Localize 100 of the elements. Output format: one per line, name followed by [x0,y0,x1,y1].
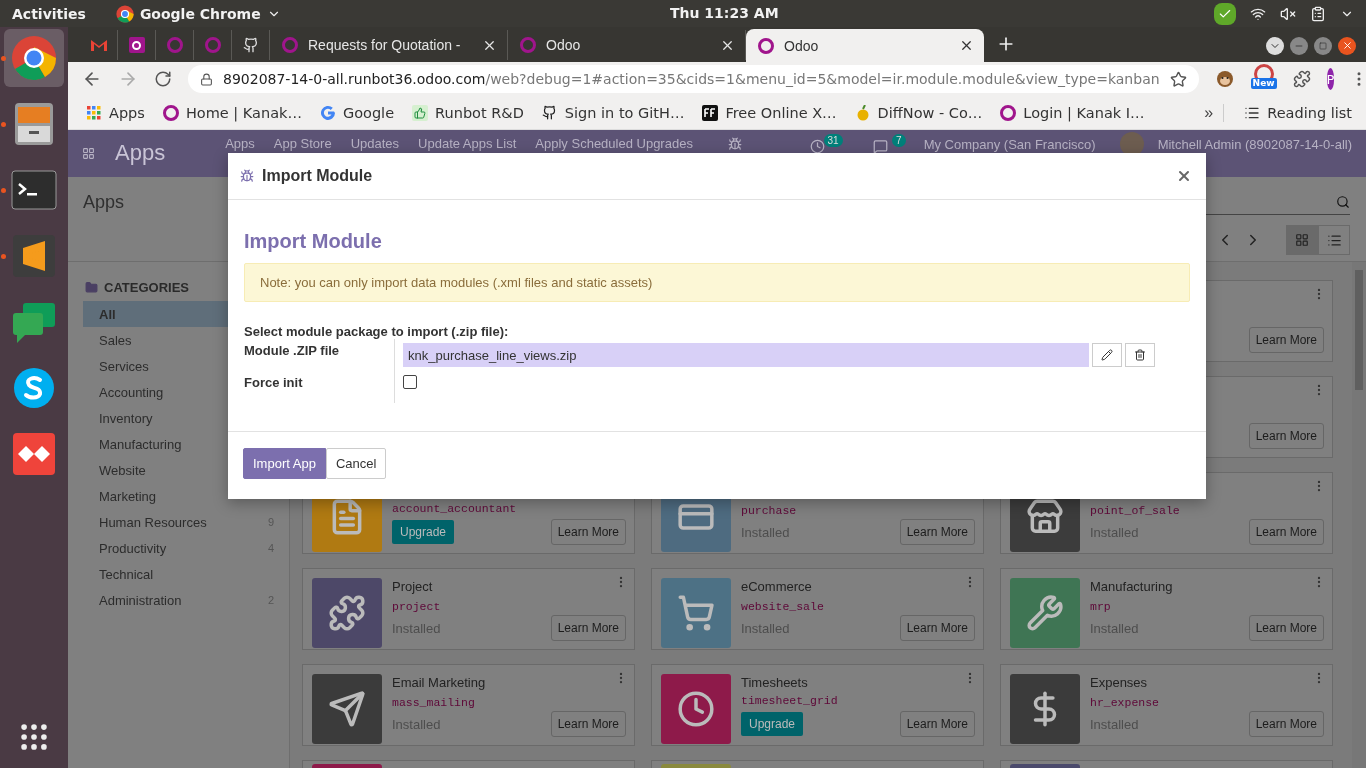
terminal-icon[interactable] [11,170,57,210]
star-icon[interactable] [1169,70,1187,88]
technical-name: mass_mailing [392,695,475,711]
mail-icon[interactable] [89,38,108,52]
ring-icon [162,104,179,121]
bookmark[interactable]: Login | Kanak I… [994,101,1151,124]
list-view-button[interactable] [1318,225,1350,255]
ring-icon[interactable] [128,37,145,53]
learn-more-button[interactable]: Learn More [899,615,975,641]
technical-name: website_sale [741,599,824,615]
grid-icon [1295,233,1309,247]
delete-button[interactable] [1125,343,1155,367]
close-icon[interactable] [1176,168,1192,184]
prompt-label: Select module package to import (.zip file): [244,324,510,339]
apps-grid-icon [86,104,102,121]
clipboard-icon[interactable] [1310,5,1326,22]
maximize-icon[interactable] [1314,36,1332,55]
upgrade-button[interactable]: Upgrade [741,712,804,736]
cancel-button[interactable]: Cancel [325,448,387,479]
file-cabinet-icon[interactable] [13,101,55,147]
edit-button[interactable] [1092,343,1122,367]
learn-more-button[interactable]: Learn More [1248,711,1324,737]
volume-muted-icon[interactable] [1280,5,1296,22]
company-switcher[interactable]: My Company (San Francisco) [923,135,1096,153]
nav-menu-item[interactable]: Apply Scheduled Upgrades [535,135,693,152]
category-item[interactable]: Technical [83,561,289,587]
checkbox[interactable] [403,375,417,389]
dialog-heading: Import Module [244,230,383,253]
learn-more-button[interactable]: Learn More [1248,327,1324,353]
address-bar[interactable]: 8902087-14-0-all.runbot36.odoo.com/web?debug=1#action=35&cids=1&menu_id=5&model=ir.module.module&view_type=kanban [188,65,1199,93]
file-field[interactable]: knk_purchase_line_views.zip [403,343,1089,367]
search-icon[interactable] [1336,194,1350,209]
user-menu[interactable]: Mitchell Admin (8902087-14-0-all) [1157,135,1352,153]
chat-app-logo-icon[interactable] [12,366,56,410]
bookmark[interactable]: Sign in to GitH… [535,101,691,124]
bookmark[interactable]: DiffNow - Co… [848,101,989,124]
learn-more-button[interactable]: Learn More [550,711,626,737]
dialog-title: Import Module [262,167,373,185]
lock-icon [200,72,213,86]
ring-icon [520,37,536,53]
activities-button[interactable]: Activities [12,5,86,22]
browser-icon[interactable] [11,35,57,81]
app-name: Email Marketing [392,674,486,692]
check-badge-icon[interactable] [1214,2,1236,25]
minimize-icon[interactable] [1290,36,1308,55]
app-menu[interactable]: Google Chrome [115,4,281,23]
remote-desktop-icon[interactable] [12,432,56,476]
close-icon[interactable] [959,38,974,53]
learn-more-button[interactable]: Learn More [899,519,975,545]
kanban-view-button[interactable] [1286,225,1318,255]
app-name: Manufacturing [1090,578,1173,596]
learn-more-button[interactable]: Learn More [1248,423,1324,449]
profile-avatar[interactable]: P [1326,68,1335,90]
nav-menu-item[interactable]: Updates [350,135,400,152]
breadcrumb: Apps [83,191,125,213]
technical-name: mrp [1090,599,1111,615]
pencil-icon [1101,349,1113,361]
bookmark[interactable]: Home | Kanak… [156,101,308,124]
nav-menu-item[interactable]: Apps [225,135,255,152]
app-title: Apps [115,140,166,166]
browser-tab[interactable]: Requests for Quotation - [270,30,508,60]
more-bookmarks[interactable]: » [1204,103,1225,122]
app-name: Timesheets [741,674,808,692]
learn-more-button[interactable]: Learn More [899,711,975,737]
editor-icon[interactable] [11,233,57,279]
learn-more-button[interactable]: Learn More [550,615,626,641]
app-name: Project [392,578,433,596]
bug-icon[interactable] [727,137,742,151]
grid-menu-icon[interactable] [82,147,95,160]
puzzle-icon[interactable] [1292,70,1311,88]
folder-icon [85,281,98,294]
nav-menu-item[interactable]: App Store [273,135,332,152]
tab-search-icon[interactable] [1266,36,1284,55]
clock[interactable]: Thu 11:23 AM [670,5,779,21]
field-label: Force init [244,374,304,392]
close-icon[interactable] [1338,36,1356,55]
learn-more-button[interactable]: Learn More [1248,519,1324,545]
import-app-button[interactable]: Import App [243,448,326,479]
bookmark[interactable]: Free Online X… [696,101,843,124]
note-alert: Note: you can only import data modules (.xml files and static assets) [244,263,1190,302]
nav-menu-item[interactable]: Update Apps List [418,135,517,152]
technical-name: project [392,599,441,615]
monkey-face-icon[interactable] [1214,69,1235,89]
technical-name: point_of_sale [1090,503,1180,519]
learn-more-button[interactable]: Learn More [550,519,626,545]
browser-icon [115,4,134,23]
upgrade-button[interactable]: Upgrade [392,520,455,544]
app-name: Expenses [1090,674,1148,692]
field-label: Module .ZIP file [244,342,341,360]
bookmark[interactable]: Runbot R&D [406,101,530,124]
avatar [1119,132,1144,156]
app-name: eCommerce [741,578,812,596]
bookmark[interactable]: Google [313,101,401,124]
bookmark[interactable]: Apps [80,101,151,124]
reading-list[interactable]: Reading list [1238,101,1358,124]
reload-icon[interactable] [154,70,172,88]
learn-more-button[interactable]: Learn More [1248,615,1324,641]
github-icon[interactable] [242,37,259,53]
trash-icon [1134,349,1146,361]
browser-tab[interactable]: Odoo [746,29,984,62]
